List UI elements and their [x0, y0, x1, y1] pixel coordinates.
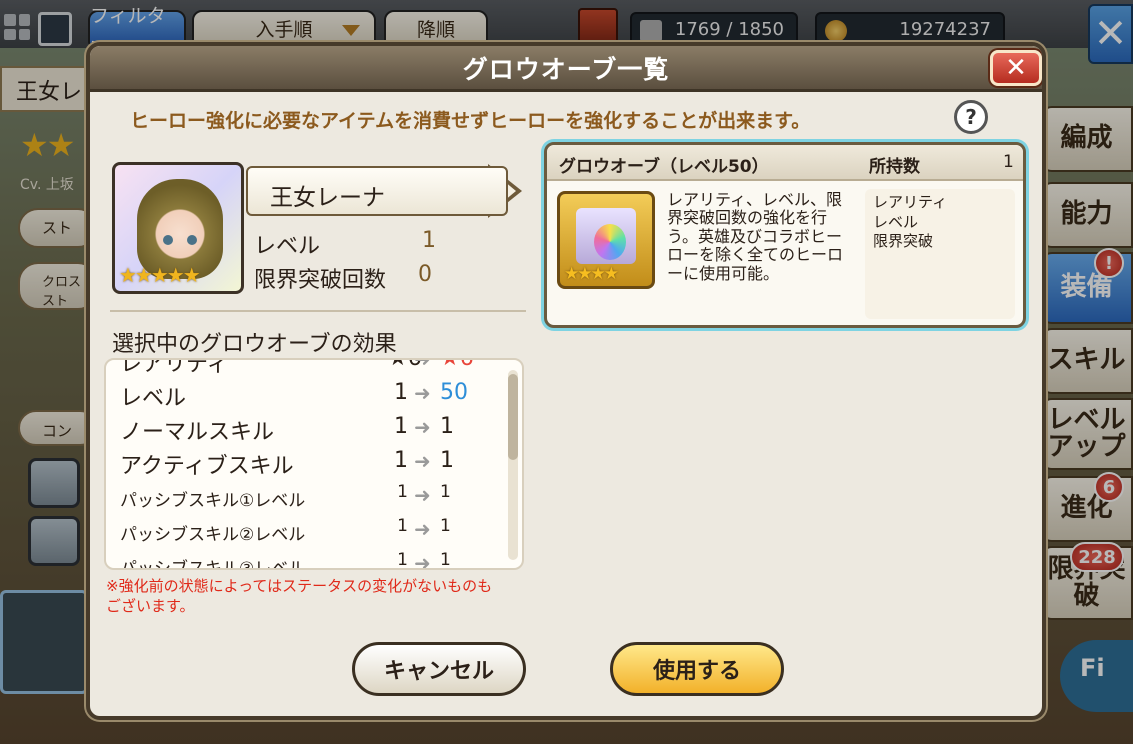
- arrow-right-icon: ➜: [414, 483, 431, 507]
- effect-to: 1: [440, 482, 451, 502]
- hero-level-row: レベル 1: [254, 228, 436, 260]
- grow-orb-icon: ★★★★: [557, 191, 655, 289]
- effect-from: ★6: [388, 358, 422, 371]
- effect-to: 1: [440, 550, 451, 570]
- orb-qty: 1: [1003, 152, 1014, 172]
- level-value: 1: [422, 228, 436, 253]
- effect-from: 1: [394, 414, 408, 439]
- effect-row: パッシブスキル③レベル 1 ➜ 1: [106, 546, 506, 570]
- effect-to: 1: [440, 414, 454, 439]
- orb-name: グロウオーブ（レベル50）: [559, 157, 769, 177]
- effect-to: 1: [440, 448, 454, 473]
- effect-row: パッシブスキル①レベル 1 ➜ 1: [106, 478, 506, 512]
- effect-from: 1: [394, 448, 408, 473]
- grow-orb-card[interactable]: グロウオーブ（レベル50） 所持数 1 ★★★★ レアリティ、レベル、限界突破回…: [544, 142, 1026, 328]
- effect-row: レベル 1 ➜ 50: [106, 376, 506, 411]
- divider: [110, 310, 526, 312]
- orb-tag: 限界突破: [873, 232, 934, 250]
- arrow-right-icon: ➜: [414, 517, 431, 541]
- effect-title: 選択中のグロウオーブの効果: [112, 332, 397, 357]
- effect-label: ノーマルスキル: [120, 420, 275, 445]
- hero-name: 王女レーナ: [246, 166, 508, 216]
- arrow-right-icon: ➜: [414, 381, 431, 405]
- orb-tag: レアリティ: [873, 193, 948, 211]
- orb-gem-icon: [594, 224, 626, 260]
- arrow-right-icon: ➜: [414, 449, 431, 473]
- hero-eye-right: [187, 235, 197, 245]
- orb-tag: レベル: [873, 212, 919, 231]
- arrow-right-icon: ➜: [414, 358, 431, 371]
- warning-text: ※強化前の状態によってはステータスの変化がないものもございます。: [106, 577, 493, 616]
- effect-label: パッシブスキル①レベル: [120, 491, 306, 511]
- cancel-button[interactable]: キャンセル: [352, 642, 526, 696]
- effect-from: 1: [397, 516, 408, 536]
- effect-to: 1: [440, 516, 451, 536]
- hero-limit-row: 限界突破回数 0: [254, 262, 432, 294]
- limit-value: 0: [418, 262, 432, 287]
- effect-label: アクティブスキル: [120, 454, 294, 479]
- close-icon[interactable]: ✕: [990, 50, 1042, 86]
- effect-to: 50: [440, 380, 468, 405]
- effect-scrollbar[interactable]: [508, 370, 518, 560]
- notice-text: ヒーロー強化に必要なアイテムを消費せずヒーローを強化することが出来ます。: [130, 110, 811, 132]
- arrow-right-icon: ➜: [414, 551, 431, 570]
- effect-row: レアリティ ★6 ➜ ★6: [106, 358, 506, 377]
- effect-row: ノーマルスキル 1 ➜ 1: [106, 410, 506, 445]
- effect-row: パッシブスキル②レベル 1 ➜ 1: [106, 512, 506, 546]
- effect-from: 1: [397, 550, 408, 570]
- effect-label: パッシブスキル②レベル: [120, 525, 306, 545]
- effect-list[interactable]: レアリティ ★6 ➜ ★6 レベル 1 ➜ 50 ノーマルスキル 1 ➜ 1 アクティブスキル 1 ➜ 1 パッ…: [104, 358, 524, 570]
- effect-from: 1: [394, 380, 408, 405]
- limit-label: 限界突破回数: [254, 268, 387, 293]
- arrow-right-icon: ➜: [414, 415, 431, 439]
- use-button[interactable]: 使用する: [610, 642, 784, 696]
- level-label: レベル: [254, 234, 321, 259]
- scroll-thumb[interactable]: [508, 374, 518, 460]
- dialog-title: グロウオーブ一覧: [90, 46, 1042, 92]
- orb-qty-label: 所持数: [869, 157, 920, 177]
- effect-from: 1: [397, 482, 408, 502]
- effect-label: レベル: [120, 386, 187, 411]
- hero-eye-left: [163, 235, 173, 245]
- orb-description: レアリティ、レベル、限界突破回数の強化を行う。英雄及びコラボヒーローを除く全ての…: [667, 190, 844, 283]
- effect-label: パッシブスキル③レベル: [120, 559, 306, 570]
- grow-orb-dialog: グロウオーブ一覧 ✕ ヒーロー強化に必要なアイテムを消費せずヒーローを強化するこ…: [86, 42, 1046, 720]
- effect-to: ★6: [440, 358, 474, 371]
- help-icon[interactable]: ?: [954, 100, 988, 134]
- effect-row: アクティブスキル 1 ➜ 1: [106, 444, 506, 479]
- orb-rarity-stars: ★★★★: [564, 264, 619, 284]
- effect-rows: レアリティ ★6 ➜ ★6 レベル 1 ➜ 50 ノーマルスキル 1 ➜ 1 アクティブスキル 1 ➜ 1 パッ…: [106, 358, 506, 570]
- hero-rarity-stars: ★★★★★: [119, 263, 201, 287]
- orb-tags: レアリティ レベル 限界突破: [865, 189, 1015, 319]
- effect-label: レアリティ: [120, 358, 229, 377]
- orb-card-header: グロウオーブ（レベル50） 所持数 1: [547, 145, 1023, 181]
- hero-portrait: ★★★★★: [112, 162, 244, 294]
